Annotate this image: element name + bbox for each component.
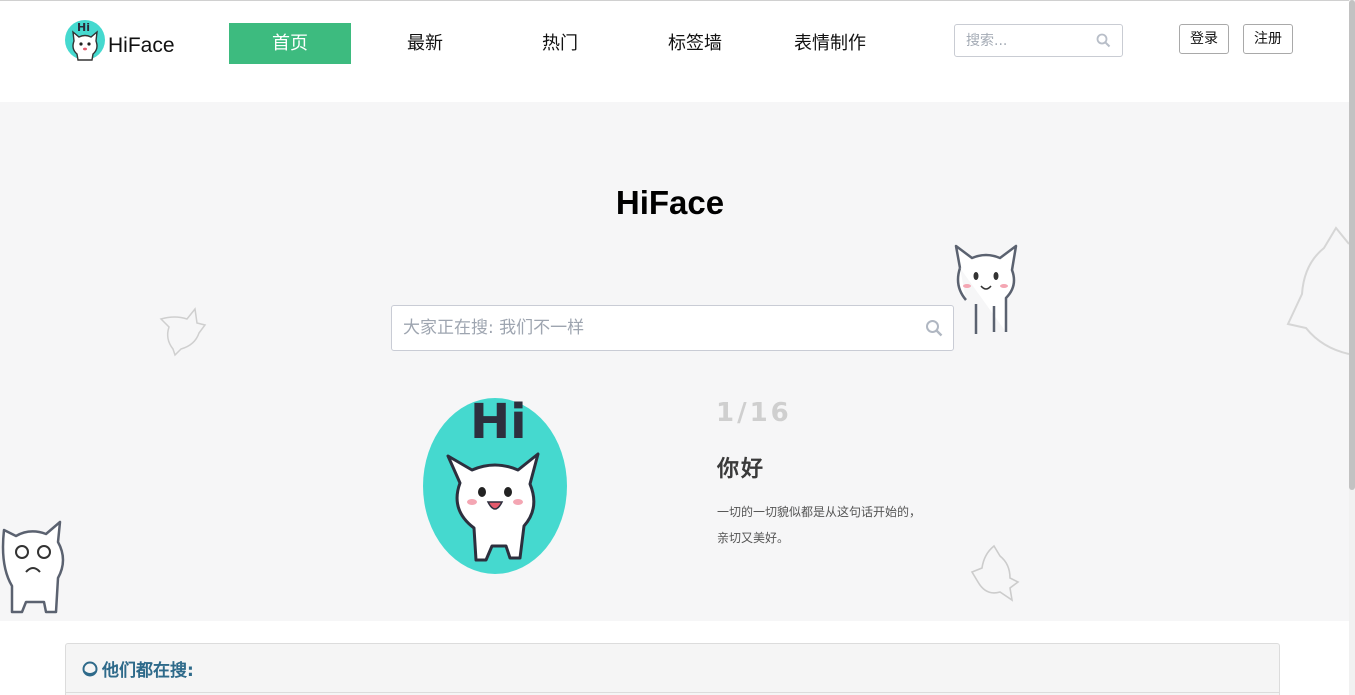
header-search-input[interactable]: [955, 25, 1090, 56]
search-icon[interactable]: [925, 319, 943, 337]
svg-text:Hi: Hi: [470, 394, 527, 450]
register-button[interactable]: 注册: [1243, 24, 1293, 54]
panel-heading-text: 他们都在搜:: [102, 661, 194, 681]
brand-name: HiFace: [108, 34, 175, 57]
decorative-cat-crying-icon: [1, 520, 65, 614]
decorative-cat-outline-large-icon: [1286, 226, 1349, 355]
nav-item-latest[interactable]: 最新: [364, 23, 486, 64]
hiface-logo-icon: Hi: [65, 20, 105, 61]
header-search-box: [954, 24, 1123, 57]
trending-searches-panel: 他们都在搜:: [65, 643, 1280, 695]
page-scrollbar[interactable]: [1349, 0, 1355, 695]
hero-search-input[interactable]: [392, 306, 902, 350]
search-icon[interactable]: [1096, 33, 1111, 48]
main-nav: 首页 最新 热门 标签墙 表情制作: [229, 23, 904, 64]
nav-item-home[interactable]: 首页: [229, 23, 351, 64]
decorative-cat-standing-icon: [954, 244, 1018, 334]
hero-search-box: [391, 305, 954, 351]
decorative-cat-outline-icon: [159, 307, 207, 357]
nav-item-tag-wall[interactable]: 标签墙: [634, 23, 756, 64]
hot-search-icon: [82, 661, 98, 676]
slide-description: 一切的一切貌似都是从这句话开始的， 亲切又美好。: [717, 499, 937, 551]
slide-title: 你好: [717, 457, 766, 482]
scrollbar-thumb[interactable]: [1349, 0, 1355, 490]
nav-item-meme-maker[interactable]: 表情制作: [769, 23, 891, 64]
hero-section: HiFace Hi 1/16 你好 一切的一切貌似都是从这句话开始的， 亲切又美…: [0, 102, 1349, 621]
site-header: Hi HiFace 首页 最新 热门 标签墙 表情制作 登录 注册: [0, 1, 1349, 102]
slide-image-hi-cat[interactable]: Hi: [420, 388, 570, 578]
slide-desc-line: 一切的一切貌似都是从这句话开始的，: [717, 505, 922, 519]
brand-logo[interactable]: Hi HiFace: [64, 19, 175, 61]
login-button[interactable]: 登录: [1179, 24, 1229, 54]
panel-heading: 他们都在搜:: [82, 656, 194, 681]
panel-divider: [66, 692, 1279, 693]
svg-text:Hi: Hi: [77, 21, 90, 34]
slide-counter: 1/16: [716, 398, 792, 428]
slide-desc-line: 亲切又美好。: [717, 531, 790, 545]
nav-item-hot[interactable]: 热门: [499, 23, 621, 64]
hero-title: HiFace: [615, 184, 725, 221]
decorative-cat-small-outline-icon: [970, 544, 1020, 602]
